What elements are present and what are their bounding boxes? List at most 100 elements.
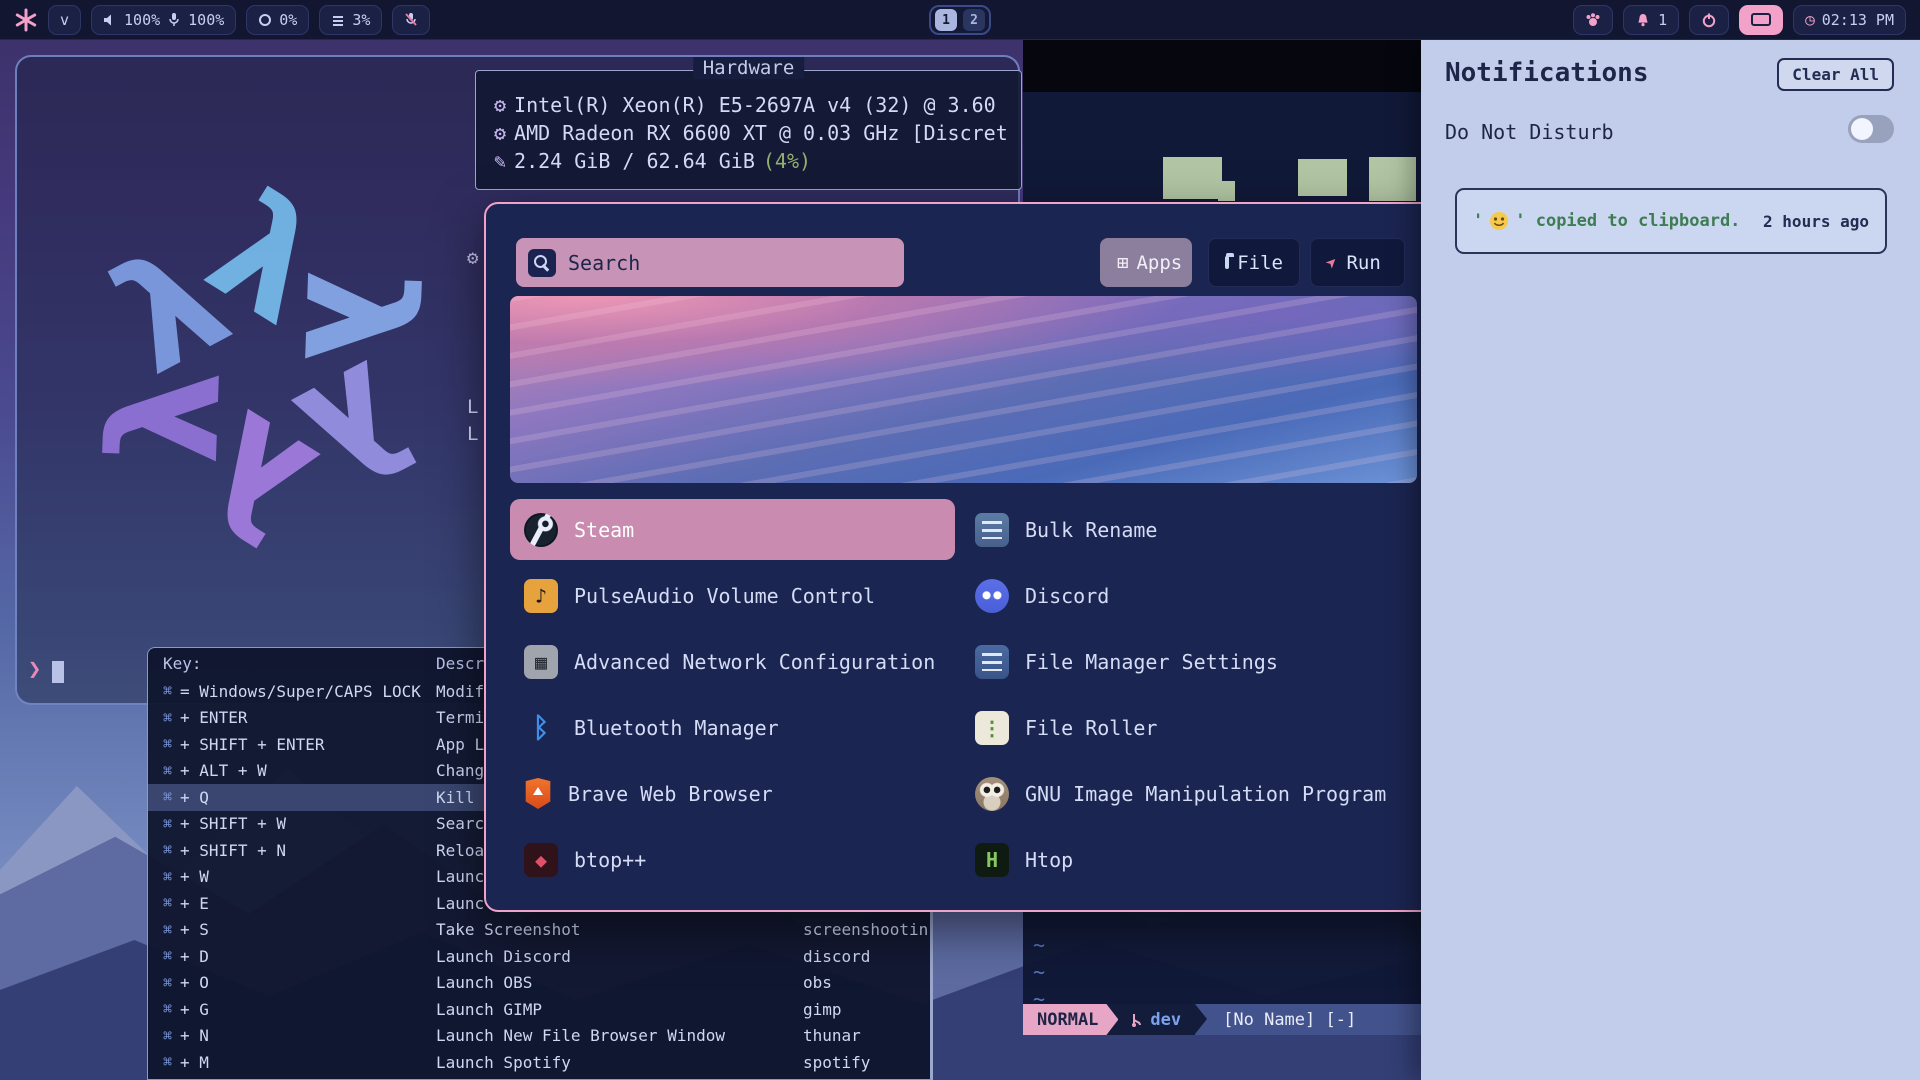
- mic-muted-icon: [404, 12, 418, 27]
- power-icon: [1701, 12, 1717, 28]
- app-item-discord[interactable]: Discord: [961, 565, 1412, 626]
- bell-icon: [1635, 12, 1651, 28]
- quote-mark: ': [1473, 211, 1483, 231]
- smiley-emoji-icon: [1489, 211, 1509, 231]
- screen-record-button[interactable]: [1739, 5, 1783, 35]
- htop-icon: H: [975, 843, 1009, 877]
- top-bar: v 100% 100% 0% 3% 1 2 1: [0, 0, 1920, 40]
- notifications-title: Notifications: [1445, 58, 1649, 88]
- hardware-info-box: Hardware ⚙Intel(R) Xeon(R) E5-2697A v4 (…: [475, 70, 1022, 190]
- super-key-icon: ⌘: [163, 1027, 172, 1045]
- notifications-bell-button[interactable]: 1: [1623, 5, 1679, 35]
- folder-icon: [1225, 256, 1229, 269]
- notification-card[interactable]: ' ' copied to clipboard. 2 hours ago: [1455, 188, 1887, 254]
- app-item-bluetooth[interactable]: ᛒBluetooth Manager: [510, 697, 955, 758]
- nixos-logo: λ λ λ λ λ λ: [72, 177, 452, 557]
- hardware-box-title: Hardware: [693, 57, 805, 79]
- keybind-row: ⌘+ DLaunch Discorddiscord: [148, 943, 930, 970]
- nixos-flake-icon[interactable]: [14, 8, 38, 32]
- terminal-pixel-block: [1298, 159, 1347, 196]
- app-grid: Steam ♪PulseAudio Volume Control ▦Advanc…: [510, 499, 1412, 890]
- app-item-btop[interactable]: ◆btop++: [510, 829, 955, 890]
- tab-apps[interactable]: ⊞ Apps: [1100, 238, 1192, 287]
- display-icon: [1751, 13, 1771, 26]
- clock-widget[interactable]: ◷ 02:13 PM: [1793, 5, 1906, 35]
- app-item-htop[interactable]: HHtop: [961, 829, 1412, 890]
- do-not-disturb-toggle[interactable]: [1848, 115, 1894, 143]
- speaker-icon: [103, 13, 117, 27]
- app-launcher: Search ⊞ Apps File ➤ Run Steam ♪PulseAud…: [484, 202, 1439, 912]
- keybind-row: ⌘+ OLaunch OBSobs: [148, 970, 930, 997]
- toggle-knob: [1851, 118, 1873, 140]
- brightness-widget[interactable]: 0%: [246, 5, 309, 35]
- power-button[interactable]: [1689, 5, 1729, 35]
- workspace-1[interactable]: 1: [935, 9, 957, 31]
- super-key-icon: ⌘: [163, 735, 172, 753]
- tab-run[interactable]: ➤ Run: [1310, 238, 1405, 287]
- git-branch-icon: [1130, 1012, 1144, 1028]
- notifications-panel: Notifications Clear All Do Not Disturb '…: [1421, 40, 1920, 1080]
- app-item-brave[interactable]: Brave Web Browser: [510, 763, 955, 824]
- app-item-gimp[interactable]: GNU Image Manipulation Program: [961, 763, 1412, 824]
- gimp-icon: [975, 777, 1009, 811]
- terminal-pixel-block: [1369, 157, 1416, 201]
- gpu-line: ⚙AMD Radeon RX 6600 XT @ 0.03 GHz [Discr…: [494, 119, 1003, 147]
- app-item-bulk-rename[interactable]: Bulk Rename: [961, 499, 1412, 560]
- color-picker-button[interactable]: [1573, 5, 1613, 35]
- vim-statusline: NORMAL dev [No Name] [-]: [1023, 1004, 1423, 1035]
- cpu-icon: ⚙: [494, 93, 506, 117]
- terminal-cursor: [52, 661, 64, 683]
- search-icon: [528, 249, 556, 277]
- workspace-2[interactable]: 2: [963, 9, 985, 31]
- brave-shield-icon: [524, 778, 552, 809]
- workspace-switcher: 1 2: [929, 5, 991, 35]
- steam-icon: [524, 513, 558, 547]
- do-not-disturb-label: Do Not Disturb: [1445, 120, 1614, 144]
- terminal-fragment: ⚙: [467, 247, 478, 269]
- layers-icon: [331, 13, 345, 27]
- search-input[interactable]: Search: [516, 238, 904, 287]
- network-card-icon: ▦: [524, 645, 558, 679]
- tab-file[interactable]: File: [1208, 238, 1300, 287]
- super-key-icon: ⌘: [163, 841, 172, 859]
- clock-icon: ◷: [1805, 10, 1815, 29]
- notification-text: ' copied to clipboard.: [1515, 211, 1740, 231]
- keybind-row: ⌘+ STake Screenshotscreenshootin: [148, 917, 930, 944]
- vim-tilde: ~: [1033, 933, 1045, 957]
- super-key-icon: ⌘: [163, 709, 172, 727]
- version-menu-button[interactable]: v: [48, 5, 81, 35]
- app-item-file-roller[interactable]: ⋮File Roller: [961, 697, 1412, 758]
- file-roller-icon: ⋮: [975, 711, 1009, 745]
- memory-icon: ✎: [494, 149, 506, 173]
- microphone-icon: [167, 12, 181, 27]
- desktop: λ λ λ λ λ λ ❯ Hardware ⚙Intel(R) Xeon(R)…: [0, 0, 1920, 1080]
- gpu-icon: ⚙: [494, 121, 506, 145]
- file-manager-settings-icon: [975, 645, 1009, 679]
- super-key-icon: ⌘: [163, 868, 172, 886]
- app-item-file-manager-settings[interactable]: File Manager Settings: [961, 631, 1412, 692]
- terminal-fragment: L: [467, 423, 478, 445]
- app-item-pulseaudio[interactable]: ♪PulseAudio Volume Control: [510, 565, 955, 626]
- app-item-steam[interactable]: Steam: [510, 499, 955, 560]
- super-key-icon: ⌘: [163, 921, 172, 939]
- terminal-pixel-block: [1218, 181, 1235, 201]
- launcher-banner-image: [510, 296, 1417, 483]
- super-key-icon: ⌘: [163, 974, 172, 992]
- btop-icon: ◆: [524, 843, 558, 877]
- cpu-line: ⚙Intel(R) Xeon(R) E5-2697A v4 (32) @ 3.6…: [494, 91, 1003, 119]
- bluetooth-icon: ᛒ: [524, 711, 558, 745]
- terminal-pixel-block: [1163, 157, 1222, 199]
- usage-widget[interactable]: 3%: [319, 5, 382, 35]
- clear-all-button[interactable]: Clear All: [1777, 58, 1894, 91]
- pulseaudio-icon: ♪: [524, 579, 558, 613]
- vim-titlebar: [1023, 40, 1423, 92]
- super-key-icon: ⌘: [163, 947, 172, 965]
- super-key-icon: ⌘: [163, 894, 172, 912]
- mic-muted-widget[interactable]: [392, 5, 430, 35]
- keybind-row: ⌘+ GLaunch GIMPgimp: [148, 996, 930, 1023]
- terminal-fragment: L: [467, 396, 478, 418]
- search-placeholder: Search: [568, 251, 640, 275]
- volume-widget[interactable]: 100% 100%: [91, 5, 236, 35]
- ring-icon: [258, 13, 272, 27]
- app-item-network-config[interactable]: ▦Advanced Network Configuration: [510, 631, 955, 692]
